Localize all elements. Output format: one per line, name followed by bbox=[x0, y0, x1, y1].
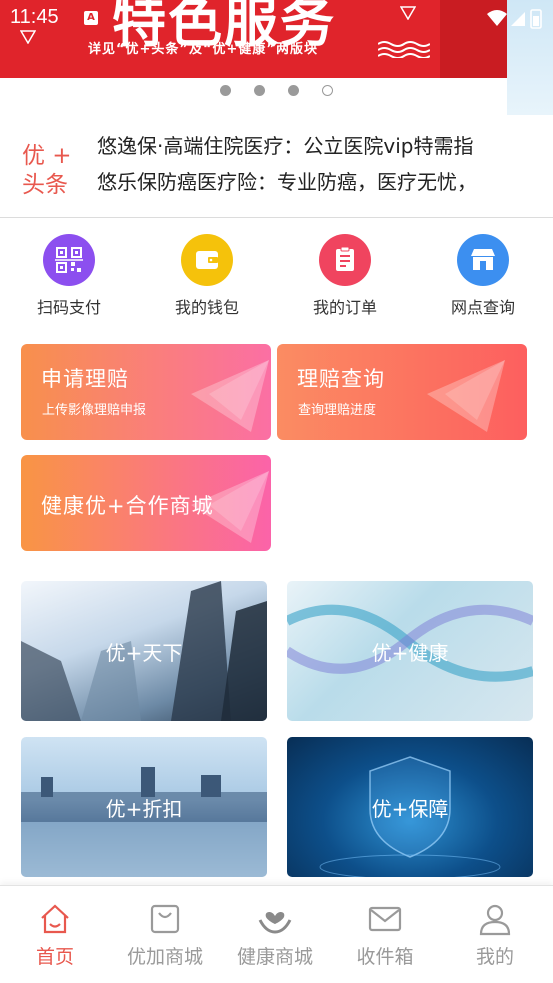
app-screen: 特色服务 详见“优+头条”及“优+健康”两版块 11:45 A 优 + 头条 悠… bbox=[0, 0, 553, 983]
home-icon bbox=[41, 904, 69, 934]
heart-hands-icon bbox=[258, 911, 292, 934]
wave-decoration-icon bbox=[378, 41, 430, 58]
quick-action-label: 扫码支付 bbox=[36, 298, 101, 317]
card-subtitle: 上传影像理赔申报 bbox=[42, 403, 147, 418]
tile-label: 优+天下 bbox=[105, 641, 183, 665]
banner-subtitle: 详见“优+头条”及“优+健康”两版块 bbox=[88, 42, 318, 57]
shopping-bag-icon bbox=[150, 904, 180, 934]
feature-tile-protection[interactable]: 优+保障 bbox=[287, 737, 533, 877]
triangle-decoration-icon bbox=[191, 360, 269, 432]
quick-action-label: 我的订单 bbox=[312, 298, 377, 317]
tab-label: 收件箱 bbox=[356, 946, 414, 968]
user-icon bbox=[479, 904, 511, 936]
card-subtitle: 查询理赔进度 bbox=[298, 403, 377, 418]
tab-label: 健康商城 bbox=[236, 946, 313, 968]
card-title: 理赔查询 bbox=[297, 367, 385, 391]
tab-label: 首页 bbox=[35, 946, 74, 968]
headline-ticker[interactable]: 优 + 头条 悠逸保·高端住院医疗：公立医院vip特需指 悠乐保防癌医疗险：专业… bbox=[0, 118, 553, 218]
tile-label: 优+折扣 bbox=[105, 797, 183, 821]
tile-label: 优+健康 bbox=[371, 641, 449, 665]
quick-action-label: 我的钱包 bbox=[174, 298, 239, 317]
store-icon bbox=[457, 234, 509, 286]
carousel-dot[interactable] bbox=[220, 85, 231, 96]
headline-logo-line2: 头条 bbox=[22, 172, 68, 198]
headline-item[interactable]: 悠逸保·高端住院医疗：公立医院vip特需指 bbox=[97, 130, 473, 159]
qr-code-icon bbox=[43, 234, 95, 286]
carousel-dot[interactable] bbox=[254, 85, 265, 96]
wallet-icon bbox=[181, 234, 233, 286]
mail-icon bbox=[368, 906, 402, 932]
feature-tile-world[interactable]: 优+天下 bbox=[21, 581, 267, 721]
quick-actions: 扫码支付 我的钱包 我的订单 网点查询 bbox=[0, 232, 553, 322]
status-bar: 11:45 A bbox=[0, 0, 553, 38]
carousel-dot-active[interactable] bbox=[322, 85, 333, 96]
claim-inquiry-card[interactable]: 理赔查询 查询理赔进度 bbox=[277, 344, 527, 440]
tab-inbox[interactable]: 收件箱 bbox=[330, 886, 440, 983]
wifi-signal-battery-icon bbox=[487, 9, 542, 29]
tab-health-mall[interactable]: 健康商城 bbox=[220, 886, 330, 983]
tab-home[interactable]: 首页 bbox=[0, 886, 110, 983]
tab-shop[interactable]: 优加商城 bbox=[110, 886, 220, 983]
tab-label: 我的 bbox=[475, 946, 514, 968]
feature-tile-health[interactable]: 优+健康 bbox=[287, 581, 533, 721]
feature-tile-discount[interactable]: 优+折扣 bbox=[21, 737, 267, 877]
carousel-dot[interactable] bbox=[288, 85, 299, 96]
headline-logo: 优 + 头条 bbox=[22, 142, 82, 200]
order-icon bbox=[319, 234, 371, 286]
tile-label: 优+保障 bbox=[371, 797, 449, 821]
card-title: 健康优+合作商城 bbox=[41, 494, 214, 518]
my-orders-button[interactable]: 我的订单 bbox=[290, 232, 400, 322]
my-wallet-button[interactable]: 我的钱包 bbox=[152, 232, 262, 322]
tab-me[interactable]: 我的 bbox=[440, 886, 550, 983]
triangle-decoration-icon bbox=[427, 360, 505, 432]
tab-label: 优加商城 bbox=[126, 946, 203, 968]
headline-logo-line1: 优 + bbox=[22, 143, 72, 169]
apply-claim-card[interactable]: 申请理赔 上传影像理赔申报 bbox=[21, 344, 271, 440]
notification-app-icon: A bbox=[84, 11, 98, 25]
bottom-tab-bar: 首页 优加商城 健康商城 收件箱 我的 bbox=[0, 885, 553, 983]
status-time: 11:45 bbox=[10, 6, 59, 28]
scan-pay-button[interactable]: 扫码支付 bbox=[14, 232, 124, 322]
quick-action-label: 网点查询 bbox=[450, 298, 515, 317]
card-title: 申请理赔 bbox=[41, 367, 129, 391]
health-mall-card[interactable]: 健康优+合作商城 bbox=[21, 455, 271, 551]
headline-item[interactable]: 悠乐保防癌医疗险：专业防癌，医疗无忧， bbox=[97, 166, 477, 195]
branch-lookup-button[interactable]: 网点查询 bbox=[428, 232, 538, 322]
carousel-indicator[interactable] bbox=[217, 84, 337, 98]
